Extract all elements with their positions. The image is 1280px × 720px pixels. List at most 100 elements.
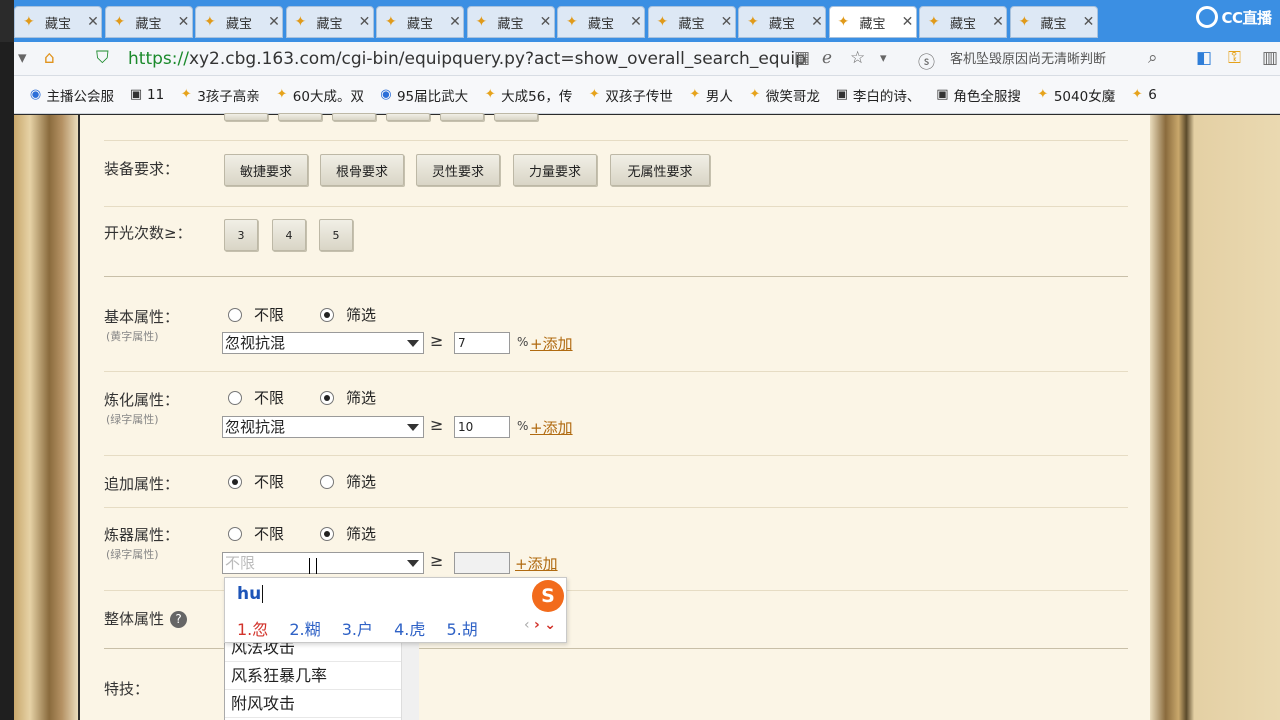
star-icon[interactable]: ☆	[850, 48, 865, 68]
ie-compat-icon[interactable]: ℯ	[822, 48, 832, 68]
help-icon[interactable]: ?	[170, 611, 188, 628]
ime-candidate[interactable]: 4.虎	[394, 620, 425, 639]
bookmark-item[interactable]: ✦ 3孩子高亲	[178, 85, 260, 105]
dropdown-option[interactable]: 风系狂暴几率	[225, 662, 401, 690]
close-icon[interactable]: ✕	[990, 14, 1006, 30]
prev-row-button[interactable]	[224, 113, 268, 121]
close-icon[interactable]: ✕	[628, 14, 644, 30]
more-icon[interactable]: ▥	[1262, 48, 1278, 68]
close-icon[interactable]: ✕	[900, 14, 916, 30]
browser-tab[interactable]: ✦ 藏宝 ✕	[828, 6, 917, 38]
percent-unit: %	[517, 335, 529, 349]
browser-tab[interactable]: ✦ 藏宝 ✕	[376, 6, 464, 38]
spirit-req-button[interactable]: 灵性要求	[416, 154, 500, 186]
extension-icon[interactable]: ◧	[1196, 48, 1212, 68]
prev-row-button[interactable]	[386, 113, 430, 121]
agility-req-button[interactable]: 敏捷要求	[224, 154, 308, 186]
lianqi-attr-select[interactable]: 不限	[222, 552, 424, 574]
browser-tab[interactable]: ✦ 藏宝 ✕	[647, 6, 736, 38]
chevron-left-icon[interactable]: ‹	[524, 617, 530, 633]
search-engine-icon[interactable]: ⓢ	[918, 48, 935, 73]
close-icon[interactable]: ✕	[719, 14, 735, 30]
prev-row-button[interactable]	[494, 113, 538, 121]
ime-candidate[interactable]: 1.忽	[237, 620, 268, 639]
close-icon[interactable]: ✕	[85, 14, 101, 30]
chevron-down-icon[interactable]: ⌄	[544, 617, 556, 633]
section-divider	[104, 276, 1128, 277]
kaiguang-4-button[interactable]: 4	[272, 219, 306, 251]
menu-chevron-icon[interactable]: ▾	[880, 51, 887, 66]
lianqi-add-link[interactable]: +添加	[515, 553, 558, 574]
basic-filter-radio[interactable]: 筛选	[320, 304, 376, 325]
basic-add-link[interactable]: +添加	[530, 333, 573, 354]
refine-unlimited-radio[interactable]: 不限	[228, 387, 284, 408]
refine-add-link[interactable]: +添加	[530, 417, 573, 438]
dropdown-scrollbar[interactable]	[401, 634, 419, 720]
browser-tab[interactable]: ✦ 藏宝 ✕	[104, 6, 193, 38]
close-icon[interactable]: ✕	[447, 14, 463, 30]
extra-filter-radio[interactable]: 筛选	[320, 471, 376, 492]
chevron-right-icon[interactable]: ›	[534, 617, 540, 633]
refine-attr-sublabel: (绿字属性)	[106, 413, 159, 426]
ime-candidate[interactable]: 3.户	[342, 620, 373, 639]
bookmark-item[interactable]: ✦ 60大成。双	[274, 85, 364, 105]
url-field[interactable]: https://xy2.cbg.163.com/cgi-bin/equipque…	[128, 49, 806, 69]
attr-dropdown-list[interactable]: 风法攻击 风系狂暴几率 附风攻击	[224, 633, 419, 720]
bookmark-item[interactable]: ✦ 大成56，传	[482, 85, 573, 105]
refine-attr-select[interactable]: 忽视抗混	[222, 416, 424, 438]
bookmark-item[interactable]: ✦ 5040女魔	[1035, 85, 1115, 105]
bookmark-item[interactable]: ▣ 角色全服搜	[934, 85, 1021, 105]
browser-tab[interactable]: ✦ 藏宝 ✕	[466, 6, 555, 38]
close-icon[interactable]: ✕	[266, 14, 282, 30]
prev-row-button[interactable]	[440, 113, 484, 121]
close-icon[interactable]: ✕	[538, 14, 554, 30]
bookmark-item[interactable]: ◉ 主播公会服	[28, 85, 114, 105]
refine-filter-radio[interactable]: 筛选	[320, 387, 376, 408]
close-icon[interactable]: ✕	[176, 14, 192, 30]
close-icon[interactable]: ✕	[809, 14, 825, 30]
bookmark-item[interactable]: ◉ 95届比武大	[378, 85, 468, 105]
bookmark-item[interactable]: ✦ 双孩子传世	[586, 85, 673, 105]
lianqi-value-input[interactable]	[454, 552, 510, 574]
lianqi-filter-radio[interactable]: 筛选	[320, 523, 376, 544]
search-icon[interactable]: ⌕	[1148, 48, 1158, 68]
qr-code-icon[interactable]: ▦	[794, 48, 810, 68]
browser-tab[interactable]: ✦ 藏宝 ✕	[195, 6, 283, 38]
close-icon[interactable]: ✕	[1081, 14, 1097, 30]
ime-candidate[interactable]: 5.胡	[447, 620, 478, 639]
refine-value-input[interactable]: 10	[454, 416, 510, 438]
dropdown-arrow-icon[interactable]: ▾	[18, 48, 27, 68]
tab-title: 藏宝	[588, 16, 615, 32]
lianqi-unlimited-radio[interactable]: 不限	[228, 523, 284, 544]
key-icon[interactable]: ⚿	[1228, 48, 1241, 68]
secure-shield-icon[interactable]: ⛉	[96, 48, 109, 68]
basic-value-input[interactable]: 7	[454, 332, 510, 354]
browser-tab[interactable]: ✦ 藏宝 ✕	[1009, 6, 1098, 38]
extra-unlimited-radio[interactable]: 不限	[228, 471, 284, 492]
prev-row-button[interactable]	[278, 113, 322, 121]
home-icon[interactable]: ⌂	[44, 48, 55, 68]
search-input[interactable]: 客机坠毁原因尚无清晰判断	[950, 48, 1208, 70]
close-icon[interactable]: ✕	[357, 14, 373, 30]
dropdown-option[interactable]: 附风攻击	[225, 690, 401, 718]
basic-attr-select[interactable]: 忽视抗混	[222, 332, 424, 354]
bookmark-item[interactable]: ✦ 6	[1129, 87, 1157, 103]
browser-tab[interactable]: ✦ 藏宝 ✕	[557, 6, 645, 38]
no-attr-req-button[interactable]: 无属性要求	[610, 154, 710, 186]
kaiguang-5-button[interactable]: 5	[319, 219, 353, 251]
prev-row-button[interactable]	[332, 113, 376, 121]
browser-tab[interactable]: ✦ 藏宝 ✕	[738, 6, 826, 38]
browser-tab[interactable]: ✦ 藏宝 ✕	[919, 6, 1007, 38]
kaiguang-3-button[interactable]: 3	[224, 219, 258, 251]
bookmark-item[interactable]: ▣ 李白的诗、	[834, 85, 921, 105]
bookmark-item[interactable]: ✦ 男人	[687, 85, 732, 105]
ime-candidate[interactable]: 2.糊	[289, 620, 320, 639]
strength-req-button[interactable]: 力量要求	[513, 154, 597, 186]
cc-live-logo: CC直播	[1188, 0, 1280, 34]
browser-tab[interactable]: ✦ 藏宝 ✕	[14, 6, 102, 38]
basic-unlimited-radio[interactable]: 不限	[228, 304, 284, 325]
bookmark-item[interactable]: ✦ 微笑哥龙	[747, 85, 819, 105]
browser-tab[interactable]: ✦ 藏宝 ✕	[285, 6, 374, 38]
bookmark-item[interactable]: ▣ 11	[128, 87, 164, 103]
root-req-button[interactable]: 根骨要求	[320, 154, 404, 186]
